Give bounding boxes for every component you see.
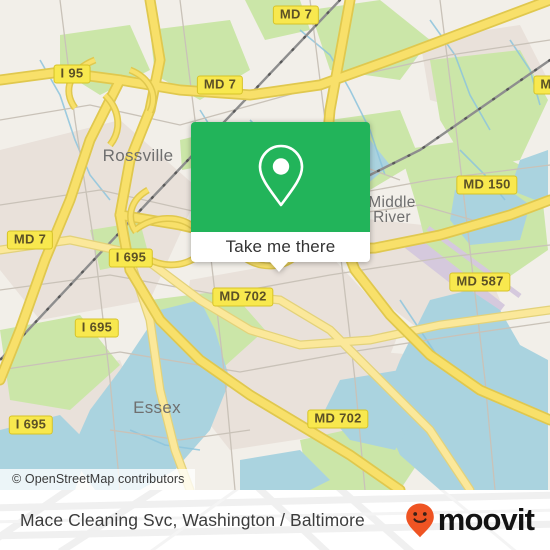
osm-attribution[interactable]: © OpenStreetMap contributors (0, 469, 195, 490)
moovit-logo[interactable]: moovit (405, 490, 535, 550)
road-shield: MD 7 (272, 5, 320, 25)
location-popup[interactable]: Take me there (191, 122, 370, 272)
road-shield: I 695 (74, 318, 120, 338)
road-shield: MD 7 (6, 230, 54, 250)
road-shield: MD 702 (212, 287, 274, 307)
road-shield: M (533, 75, 550, 95)
road-shield: I 95 (53, 64, 91, 84)
popup-pin-area (191, 122, 370, 232)
road-shield: I 695 (8, 415, 54, 435)
take-me-there-button[interactable]: Take me there (191, 232, 370, 262)
road-shield: I 695 (108, 248, 154, 268)
popup-pointer (270, 262, 288, 272)
place-label-middle-river-line2: River (373, 209, 411, 226)
road-shield: MD 702 (307, 409, 369, 429)
page-title: Mace Cleaning Svc, Washington / Baltimor… (20, 509, 365, 530)
road-shield: MD 150 (456, 175, 518, 195)
moovit-map-screen: Rossville Middle River Essex MD 7I 95 MD … (0, 0, 550, 550)
moovit-smiley-pin-icon (405, 503, 434, 538)
place-label-essex: Essex (133, 398, 181, 417)
road-shield: MD 587 (449, 272, 511, 292)
place-label-rossville: Rossville (103, 146, 174, 165)
footer-bar: Mace Cleaning Svc, Washington / Baltimor… (0, 490, 550, 550)
moovit-wordmark: moovit (437, 501, 535, 537)
take-me-there-label: Take me there (225, 237, 336, 256)
road-shield: MD 7 (196, 75, 244, 95)
map-pin-icon (258, 144, 303, 207)
